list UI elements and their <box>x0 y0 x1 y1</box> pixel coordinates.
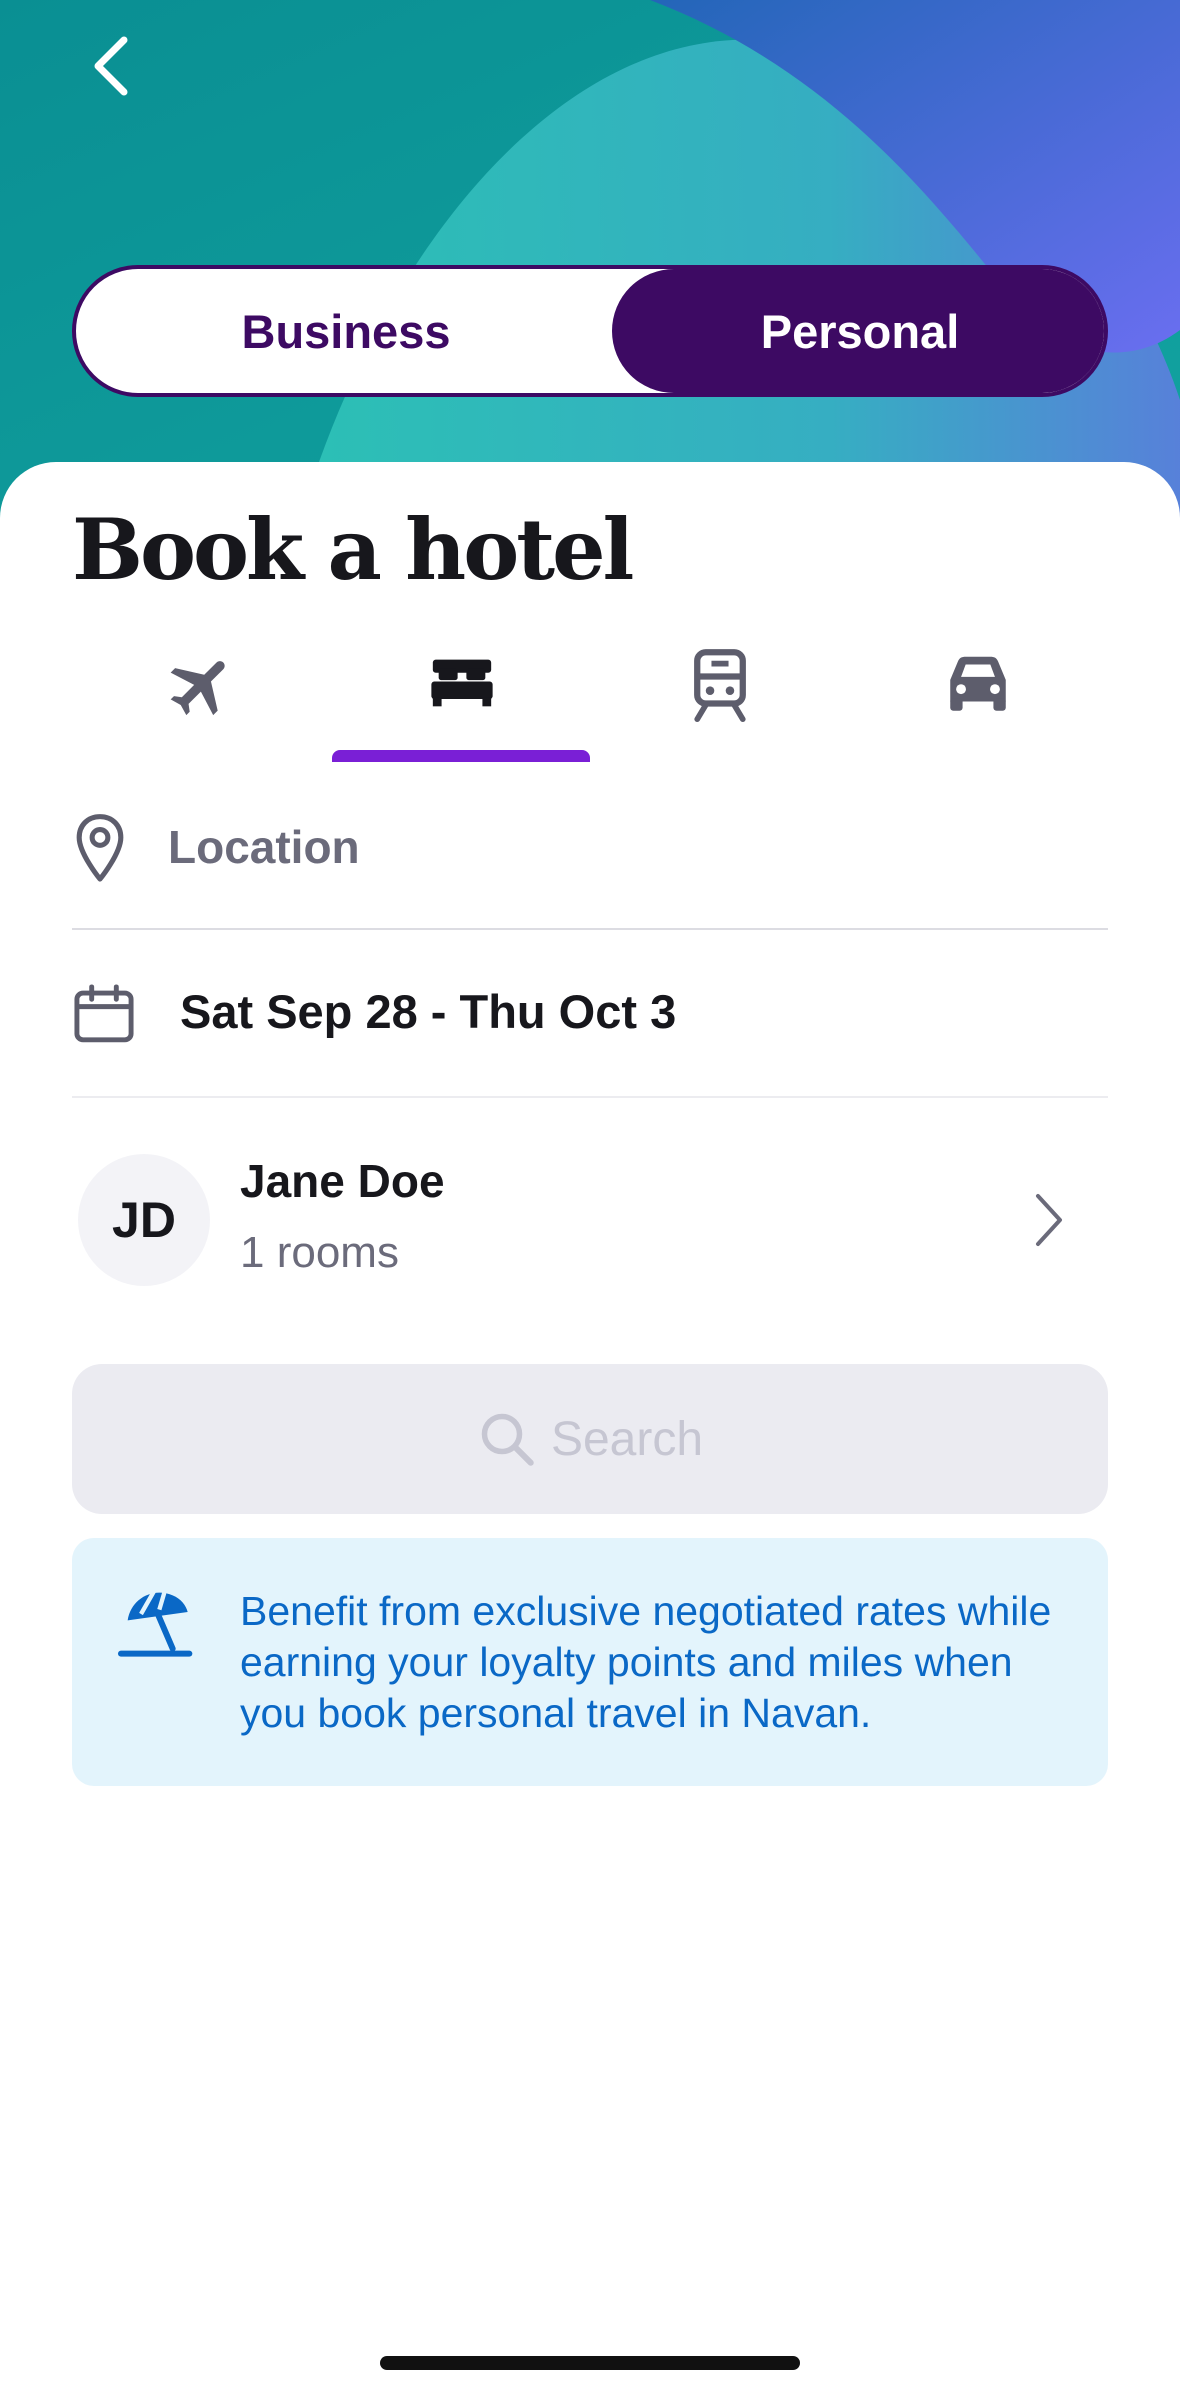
trip-type-toggle: Business Personal <box>72 265 1108 397</box>
tab-cars[interactable] <box>848 640 1108 760</box>
chevron-right-icon <box>1036 1194 1062 1246</box>
plane-icon <box>170 661 225 716</box>
search-button-label: Search <box>550 1412 704 1466</box>
page-title: Book a hotel <box>72 500 634 599</box>
date-range-field[interactable]: Sat Sep 28 - Thu Oct 3 <box>72 932 1108 1098</box>
room-count: 1 rooms <box>240 1228 399 1277</box>
location-placeholder: Location <box>168 821 360 873</box>
segment-personal[interactable]: Personal <box>612 269 1104 393</box>
location-field[interactable]: Location <box>72 800 1108 930</box>
personal-travel-info-banner: Benefit from exclusive negotiated rates … <box>72 1538 1108 1786</box>
home-indicator <box>380 2356 800 2370</box>
traveler-name: Jane Doe <box>240 1155 445 1207</box>
back-button[interactable] <box>84 26 156 106</box>
tab-trains[interactable] <box>590 640 850 760</box>
chevron-left-icon <box>94 36 128 96</box>
bed-icon <box>431 659 493 707</box>
train-icon <box>694 649 746 722</box>
car-icon <box>950 656 1006 711</box>
segment-business[interactable]: Business <box>76 269 616 393</box>
calendar-icon <box>74 984 134 1043</box>
traveler-selector[interactable]: JD Jane Doe 1 rooms <box>72 1150 1108 1290</box>
tab-selected-indicator <box>332 750 590 762</box>
search-button[interactable]: Search <box>72 1364 1108 1514</box>
beach-umbrella-icon <box>118 1589 193 1657</box>
search-icon <box>481 1413 534 1466</box>
info-banner-text: Benefit from exclusive negotiated rates … <box>240 1588 1052 1736</box>
hero-background <box>0 0 1180 520</box>
tab-flights[interactable] <box>72 640 332 760</box>
tab-hotels[interactable] <box>332 640 592 760</box>
map-pin-icon <box>76 814 124 882</box>
avatar: JD <box>78 1154 210 1286</box>
date-range-value: Sat Sep 28 - Thu Oct 3 <box>180 985 677 1038</box>
